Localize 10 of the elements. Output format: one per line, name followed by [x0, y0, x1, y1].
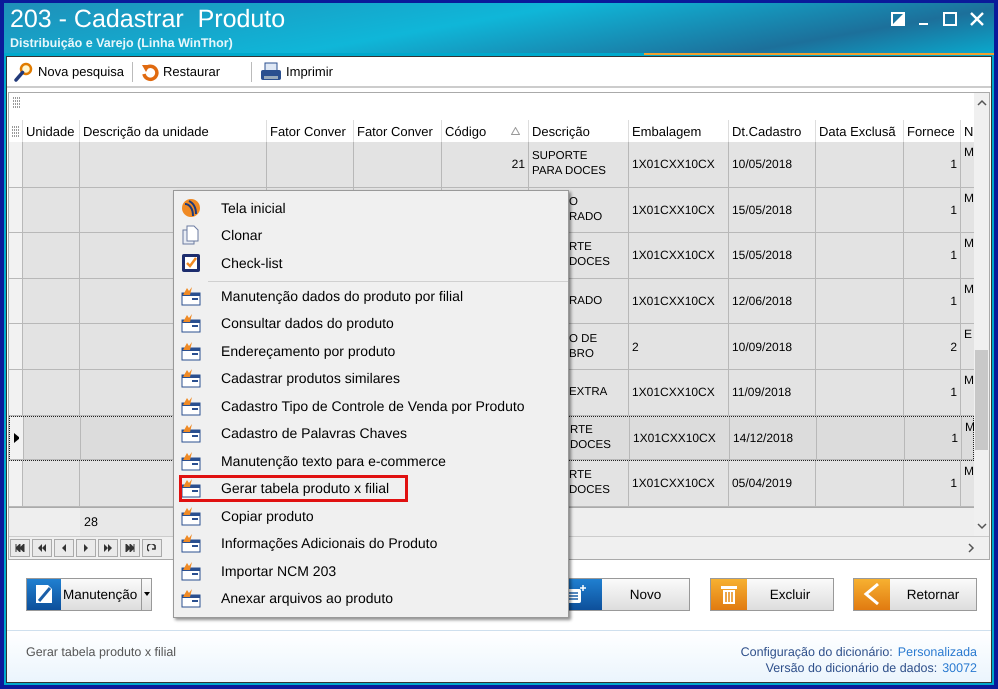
status-value: Personalizada: [898, 645, 977, 659]
window-subtitle: Distribuição e Varejo (Linha WinThor): [10, 35, 234, 51]
status-label: Configuração do dicionário:: [740, 645, 893, 659]
table-cell: 1: [905, 416, 962, 460]
table-cell: 14/12/2018: [730, 416, 817, 460]
status-label: Versão do dicionário de dados:: [766, 661, 938, 675]
window-title: 203 - Cadastrar Produto: [10, 4, 286, 35]
table-cell: 1X01CXX10CX: [630, 416, 730, 460]
status-value: 30072: [942, 661, 977, 675]
status-message: Gerar tabela produto x filial: [26, 645, 176, 661]
